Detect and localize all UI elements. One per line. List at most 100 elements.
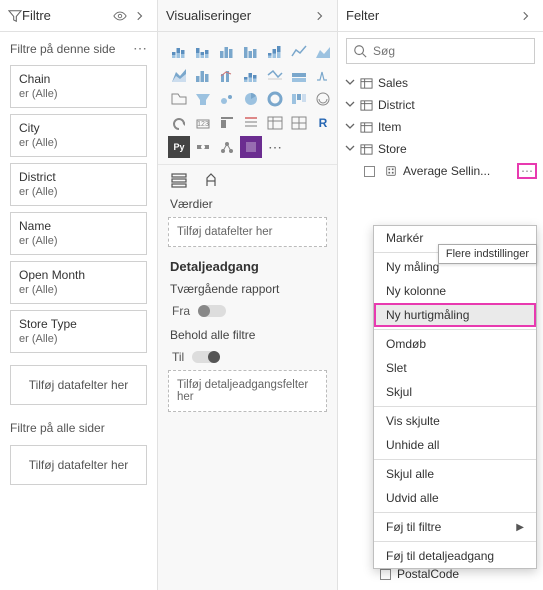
eye-icon[interactable] [113, 9, 127, 23]
viz-type-icon[interactable]: ⋯ [264, 136, 286, 158]
checkbox[interactable] [380, 569, 391, 580]
viz-type-icon[interactable] [312, 88, 334, 110]
more-options-button[interactable]: ⋯ [517, 163, 537, 179]
fields-tree: SalesDistrictItem Store Average Sellin...⋯ [338, 70, 543, 184]
viz-type-icon[interactable] [192, 136, 214, 158]
filter-card[interactable]: Chainer (Alle) [10, 65, 147, 108]
table-label: Store [378, 142, 537, 156]
viz-type-icon[interactable] [216, 112, 238, 134]
viz-type-icon[interactable] [264, 64, 286, 86]
menu-separator [374, 329, 536, 330]
chevron-right-icon[interactable] [344, 77, 356, 90]
table-icon [358, 143, 374, 156]
viz-type-icon[interactable] [288, 112, 310, 134]
viz-type-icon[interactable] [288, 40, 310, 62]
context-menu-item[interactable]: Omdøb [374, 332, 536, 356]
viz-type-icon[interactable] [264, 88, 286, 110]
chevron-right-icon[interactable] [313, 10, 327, 22]
viz-type-icon[interactable] [216, 136, 238, 158]
checkbox[interactable] [364, 166, 375, 177]
fields-tab-icon[interactable] [170, 171, 188, 189]
context-menu-item[interactable]: Føj til detaljeadgang [374, 544, 536, 568]
values-dropzone[interactable]: Tilføj datafelter her [168, 217, 327, 247]
viz-type-icon[interactable] [168, 88, 190, 110]
viz-type-icon[interactable] [240, 136, 262, 158]
viz-type-icon[interactable] [168, 112, 190, 134]
context-menu-item[interactable]: Ny hurtigmåling [374, 303, 536, 327]
filter-card[interactable]: Districter (Alle) [10, 163, 147, 206]
viz-type-icon[interactable] [192, 40, 214, 62]
viz-type-icon[interactable] [264, 112, 286, 134]
chevron-down-icon[interactable] [344, 143, 356, 156]
table-row[interactable]: Sales [344, 72, 543, 94]
context-menu-item[interactable]: Ny kolonne [374, 279, 536, 303]
filter-card[interactable]: Open Monther (Alle) [10, 261, 147, 304]
filter-name: Store Type [19, 317, 138, 331]
drillthrough-dropzone[interactable]: Tilføj detaljeadgangsfelter her [168, 370, 327, 412]
table-icon [358, 121, 374, 134]
context-menu-item[interactable]: Føj til filtre▶ [374, 515, 536, 539]
viz-type-icon[interactable] [168, 64, 190, 86]
context-menu-item[interactable]: Vis skjulte [374, 409, 536, 433]
viz-type-icon[interactable] [192, 64, 214, 86]
add-filter-this-page[interactable]: Tilføj datafelter her [10, 365, 147, 405]
table-row[interactable]: District [344, 94, 543, 116]
keep-filters-state: Til [172, 350, 184, 364]
field-label[interactable]: PostalCode [397, 567, 459, 581]
viz-type-icon[interactable] [288, 88, 310, 110]
chevron-right-icon[interactable] [344, 99, 356, 112]
viz-type-icon[interactable] [168, 40, 190, 62]
filter-card[interactable]: Nameer (Alle) [10, 212, 147, 255]
keep-filters-toggle[interactable] [192, 351, 220, 363]
filter-value: er (Alle) [19, 186, 138, 198]
chevron-right-icon[interactable] [133, 10, 147, 22]
chevron-right-icon[interactable] [344, 121, 356, 134]
cross-report-label: Tværgående rapport [158, 276, 337, 300]
table-row[interactable]: Store [344, 138, 543, 160]
viz-type-icon[interactable]: Py [168, 136, 190, 158]
viz-type-icon[interactable] [216, 40, 238, 62]
add-filter-all-pages[interactable]: Tilføj datafelter her [10, 445, 147, 485]
viz-type-icon[interactable] [264, 40, 286, 62]
chevron-right-icon[interactable] [519, 10, 533, 22]
cross-report-toggle[interactable] [198, 305, 226, 317]
drillthrough-heading: Detaljeadgang [158, 253, 337, 276]
menu-separator [374, 406, 536, 407]
search-input[interactable] [373, 44, 528, 58]
menu-separator [374, 541, 536, 542]
filter-value: er (Alle) [19, 333, 138, 345]
submenu-arrow-icon: ▶ [516, 522, 524, 533]
filter-name: Name [19, 219, 138, 233]
viz-type-icon[interactable] [216, 88, 238, 110]
filter-value: er (Alle) [19, 137, 138, 149]
viz-type-icon[interactable] [312, 64, 334, 86]
context-menu-item[interactable]: Udvid alle [374, 486, 536, 510]
filters-all-pages-label: Filtre på alle sider [0, 413, 157, 439]
viz-type-icon[interactable] [216, 64, 238, 86]
context-menu-item[interactable]: Unhide all [374, 433, 536, 457]
format-tab-icon[interactable] [202, 171, 220, 189]
viz-type-icon[interactable] [240, 88, 262, 110]
viz-tabs [158, 164, 337, 191]
viz-type-icon[interactable] [192, 88, 214, 110]
filters-header: Filtre [0, 0, 157, 32]
filter-card[interactable]: Store Type er (Alle) [10, 310, 147, 353]
viz-type-icon[interactable]: 123 [192, 112, 214, 134]
more-options-tooltip: Flere indstillinger [438, 244, 537, 264]
viz-type-icon[interactable] [288, 64, 310, 86]
context-menu-item[interactable]: Slet [374, 356, 536, 380]
context-menu-item[interactable]: Skjul alle [374, 462, 536, 486]
more-icon[interactable]: ⋯ [133, 40, 147, 57]
table-row[interactable]: Item [344, 116, 543, 138]
filter-card[interactable]: Cityer (Alle) [10, 114, 147, 157]
viz-type-icon[interactable] [240, 64, 262, 86]
context-menu-item[interactable]: Skjul [374, 380, 536, 404]
fields-search[interactable] [346, 38, 535, 64]
field-row[interactable]: Average Sellin...⋯ [344, 160, 543, 182]
viz-type-icon[interactable] [240, 40, 262, 62]
menu-separator [374, 512, 536, 513]
viz-type-icon[interactable] [312, 40, 334, 62]
viz-type-icon[interactable] [240, 112, 262, 134]
field-context-menu: MarkérNy målingNy kolonneNy hurtigmåling… [373, 225, 537, 569]
viz-type-icon[interactable]: R [312, 112, 334, 134]
